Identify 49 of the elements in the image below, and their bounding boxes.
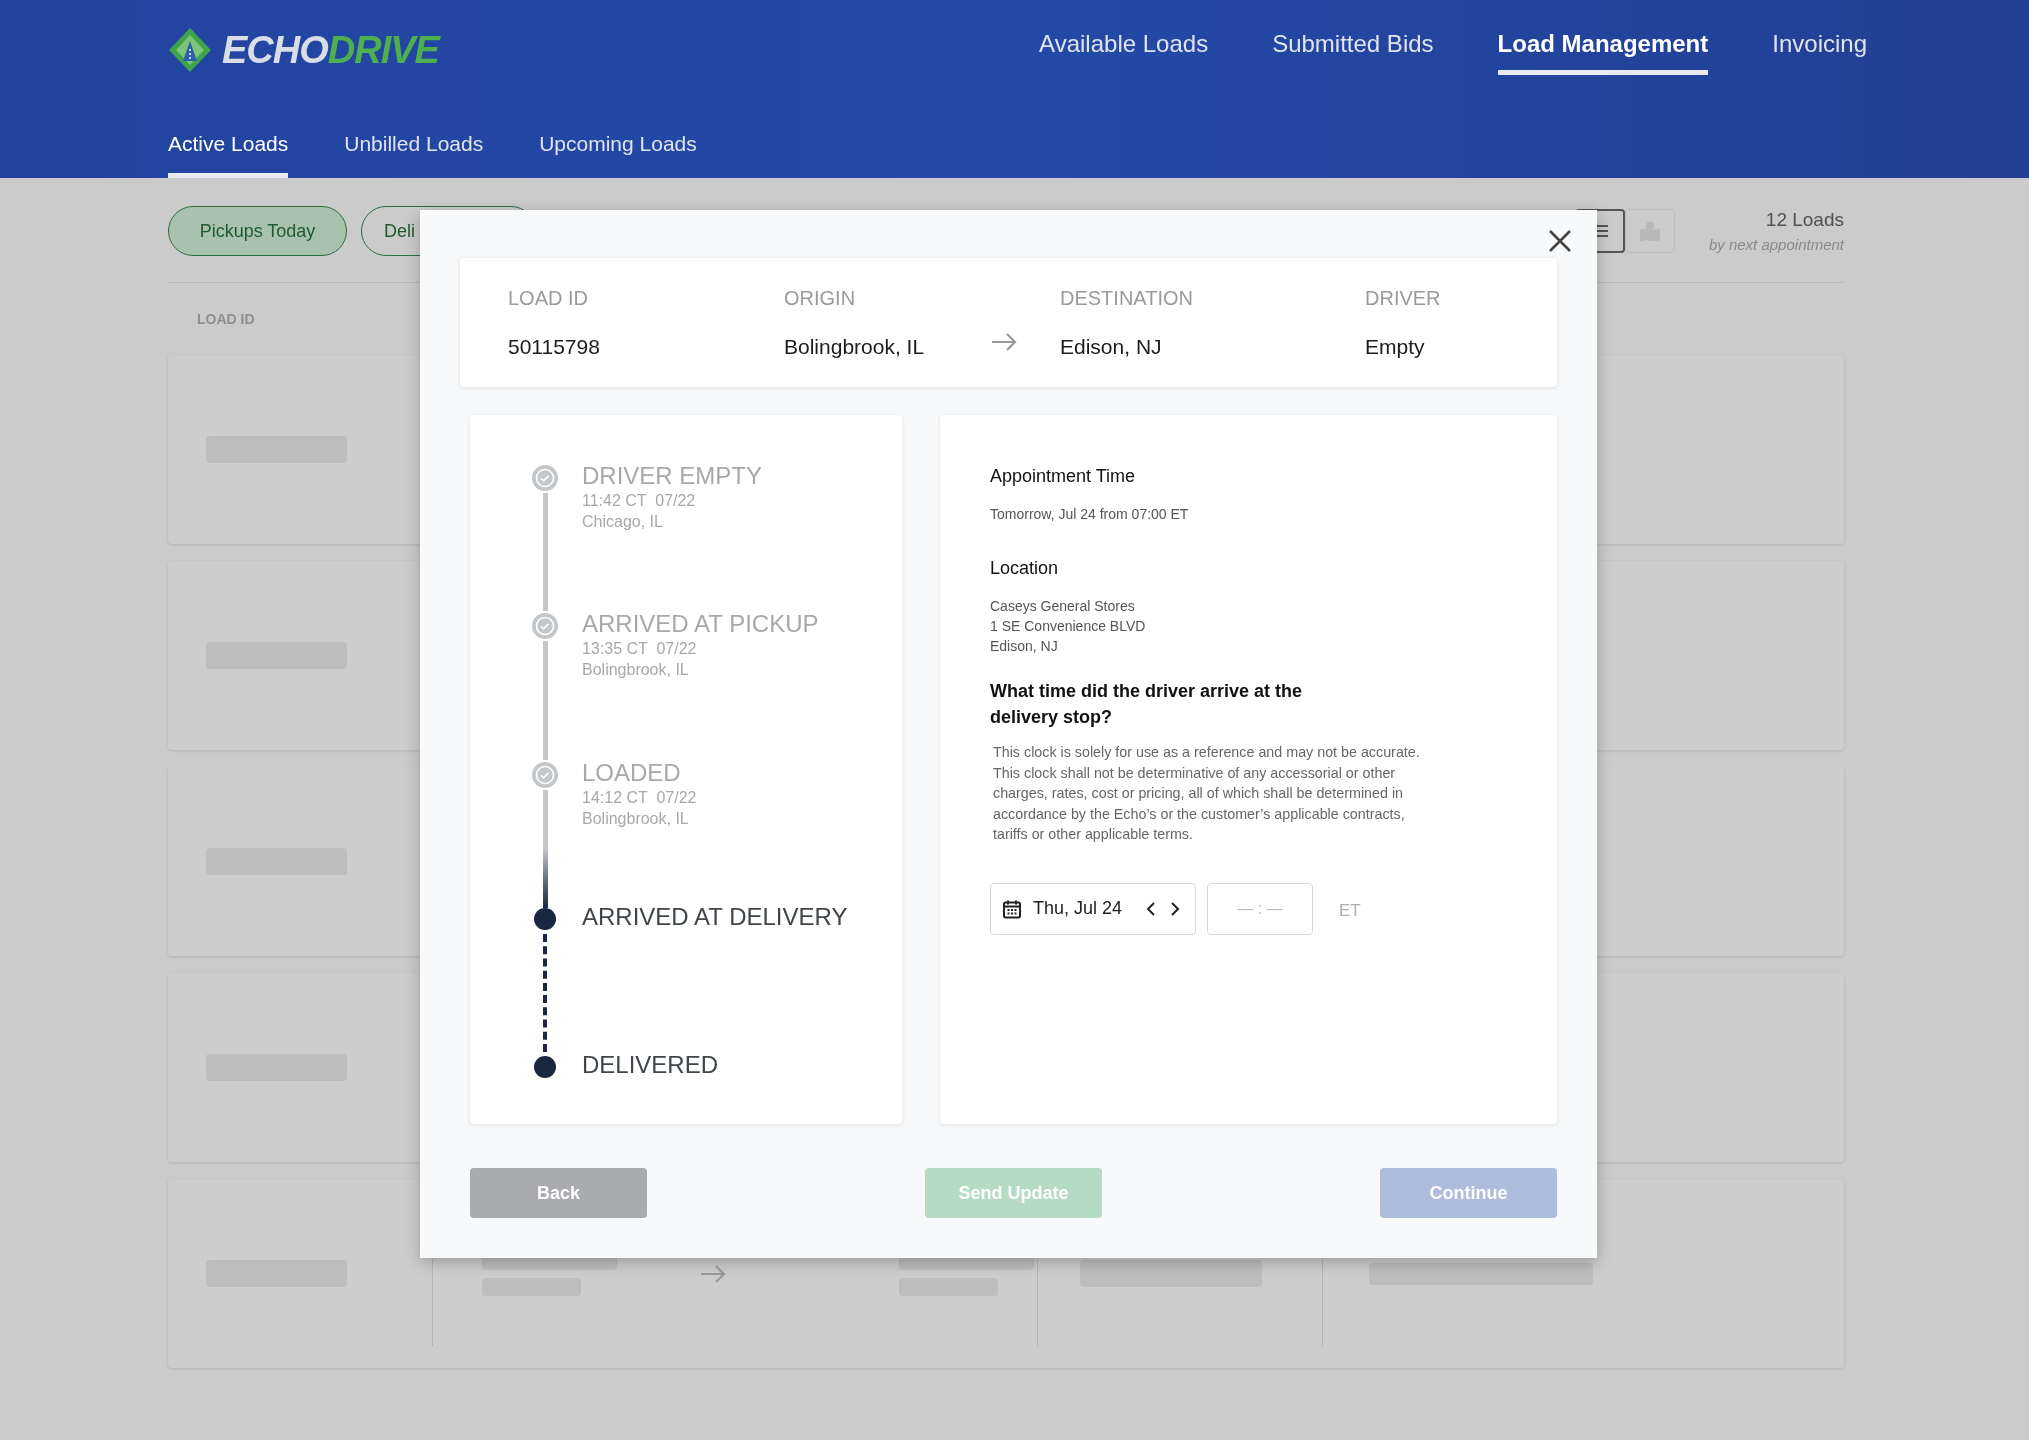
appointment-text: Tomorrow, Jul 24 from 07:00 ET bbox=[990, 505, 1190, 524]
summary-value: 50115798 bbox=[508, 333, 601, 360]
summary-label: ORIGIN bbox=[784, 285, 857, 311]
section-heading: Location bbox=[990, 557, 1060, 580]
previous-day-button[interactable] bbox=[1145, 900, 1157, 917]
subtab[interactable]: Unbilled Loads bbox=[344, 127, 484, 178]
load-count: 12 Loads bbox=[1765, 207, 1844, 232]
subtab[interactable]: Active Loads bbox=[168, 127, 289, 178]
nav-link[interactable]: Available Loads bbox=[1039, 25, 1209, 75]
date-value: Thu, Jul 24 bbox=[1033, 897, 1123, 920]
summary-value: Empty bbox=[1365, 333, 1426, 360]
status-title: DRIVER EMPTY bbox=[582, 461, 763, 491]
next-day-button[interactable] bbox=[1169, 900, 1181, 917]
logo-text: ECHODRIVE bbox=[222, 31, 439, 69]
sort-label: by next appointment bbox=[1708, 235, 1844, 255]
disclaimer-text: This clock is solely for use as a reference and may not be accurate. This clock shall not be determinative of any accessorial or other charges, rates, cost or pricing, all of which shall be determined in accordance by the Echo’s or the customer’s applicable contracts, tariffs or other applicable terms. bbox=[993, 743, 1421, 844]
address-line: 1 SE Convenience BLVD bbox=[990, 617, 1147, 636]
arrow-right-icon bbox=[699, 1263, 727, 1284]
summary-label: LOAD ID bbox=[508, 285, 590, 311]
section-heading: Appointment Time bbox=[990, 465, 1137, 488]
status-time: 13:35 CT 07/22 bbox=[582, 639, 698, 660]
status-title: ARRIVED AT PICKUP bbox=[582, 609, 819, 640]
address-line: Edison, NJ bbox=[990, 637, 1059, 656]
subtab[interactable]: Upcoming Loads bbox=[539, 127, 697, 178]
column-header: LOAD ID bbox=[197, 309, 255, 329]
timezone-label: ET bbox=[1339, 899, 1361, 922]
filter-pill[interactable]: Pickups Today bbox=[168, 206, 347, 256]
summary-value: Edison, NJ bbox=[1060, 333, 1163, 360]
status-title: ARRIVED AT DELIVERY bbox=[582, 901, 848, 932]
question-text: What time did the driver arrive at the delivery stop? bbox=[990, 680, 1304, 729]
status-time: 14:12 CT 07/22 bbox=[582, 787, 697, 808]
logo-diamond-icon bbox=[168, 27, 212, 73]
status-time: 11:42 CT 07/22 bbox=[582, 491, 697, 511]
summary-label: DRIVER bbox=[1365, 285, 1441, 311]
status-place: Bolingbrook, IL bbox=[582, 808, 690, 829]
status-title: LOADED bbox=[582, 757, 682, 788]
nav-link[interactable]: Invoicing bbox=[1772, 25, 1867, 75]
time-input[interactable]: — : — bbox=[1207, 882, 1313, 935]
address-line: Caseys General Stores bbox=[990, 597, 1136, 616]
arrow-right-icon bbox=[990, 331, 1018, 352]
summary-value: Bolingbrook, IL bbox=[784, 333, 926, 360]
summary-label: DESTINATION bbox=[1060, 285, 1194, 311]
nav-link[interactable]: Submitted Bids bbox=[1272, 25, 1434, 75]
status-title: DELIVERED bbox=[582, 1050, 719, 1080]
date-picker[interactable]: Thu, Jul 24 bbox=[990, 882, 1196, 935]
nav-link[interactable]: Load Management bbox=[1497, 25, 1709, 75]
calendar-icon bbox=[1002, 898, 1022, 919]
status-place: Bolingbrook, IL bbox=[582, 660, 690, 681]
status-place: Chicago, IL bbox=[582, 512, 664, 532]
